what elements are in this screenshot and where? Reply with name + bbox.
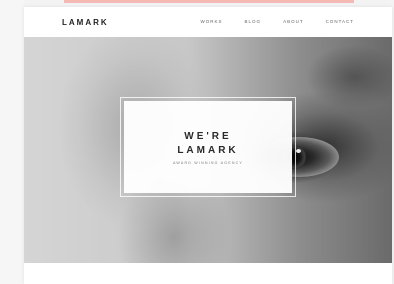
nav-link-about[interactable]: ABOUT: [283, 19, 304, 24]
nav-link-blog[interactable]: BLOG: [245, 19, 262, 24]
hero-heading-line1: WE'RE: [184, 131, 232, 142]
hero-heading-line2: LAMARK: [177, 145, 239, 156]
hero-card: WE'RE LAMARK AWARD WINNING AGENCY: [120, 97, 296, 197]
hero-tagline: AWARD WINNING AGENCY: [172, 161, 244, 165]
website-page: LAMARK WORKS BLOG ABOUT CONTACT WE'RE LA…: [24, 7, 392, 284]
nav-link-works[interactable]: WORKS: [201, 19, 223, 24]
main-nav: WORKS BLOG ABOUT CONTACT: [201, 19, 354, 24]
hero-banner: WE'RE LAMARK AWARD WINNING AGENCY: [24, 37, 392, 263]
accent-strip: [64, 0, 354, 3]
site-header: LAMARK WORKS BLOG ABOUT CONTACT: [24, 7, 392, 37]
nav-link-contact[interactable]: CONTACT: [326, 19, 354, 24]
site-logo[interactable]: LAMARK: [62, 18, 109, 27]
hero-eye-highlight: [296, 149, 301, 153]
left-margin: [0, 0, 24, 284]
